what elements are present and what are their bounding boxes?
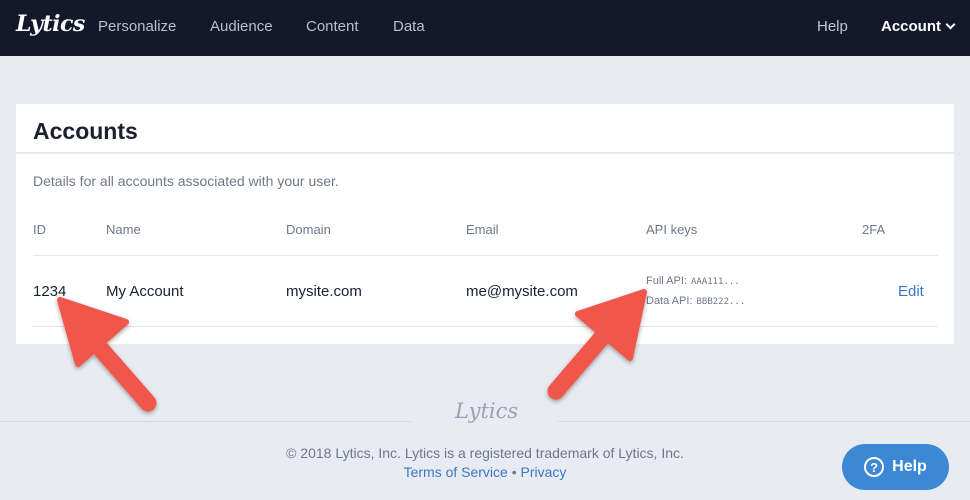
account-name: My Account [106,283,184,300]
account-id: 1234 [33,283,67,300]
question-circle-icon: ? [864,457,885,477]
edit-account-link[interactable]: Edit [898,283,924,300]
footer-links: Terms of Service • Privacy [0,464,970,480]
nav-item-audience[interactable]: Audience [210,18,273,35]
data-api-label: Data API: [646,295,693,307]
data-api-key: Data API: BBB222... [646,295,745,307]
data-api-value: BBB222... [696,297,746,307]
terms-of-service-link[interactable]: Terms of Service [404,464,508,480]
full-api-value: AAA111... [690,277,740,287]
full-api-key: Full API: AAA111... [646,275,740,287]
nav-item-content[interactable]: Content [306,18,359,35]
column-header-id: ID [33,222,46,237]
page-title: Accounts [33,118,138,144]
accounts-card: Accounts Details for all accounts associ… [16,104,954,344]
lytics-logo[interactable]: Lytics [16,11,85,37]
account-menu[interactable]: Account [881,18,956,35]
help-button[interactable]: ? Help [842,444,949,490]
page-subtitle: Details for all accounts associated with… [33,173,339,189]
column-header-domain: Domain [286,222,331,237]
column-header-name: Name [106,222,141,237]
account-menu-label: Account [881,18,941,35]
nav-item-help[interactable]: Help [817,18,848,35]
column-header-2fa: 2FA [862,222,886,237]
nav-item-personalize[interactable]: Personalize [98,18,176,35]
account-email: me@mysite.com [466,283,578,300]
full-api-label: Full API: [646,275,687,287]
copyright-text: © 2018 Lytics, Inc. Lytics is a register… [286,445,684,461]
footer-separator: • [511,464,517,480]
privacy-link[interactable]: Privacy [521,464,567,480]
nav-item-data[interactable]: Data [393,18,425,35]
header-divider [33,255,938,256]
footer-divider-left [0,421,412,422]
footer-divider-right [558,421,970,422]
help-button-label: Help [892,458,927,475]
column-header-email: Email [466,222,499,237]
column-header-api-keys: API keys [646,222,698,237]
top-navigation: Lytics Personalize Audience Content Data… [0,0,970,56]
chevron-down-icon [945,19,956,30]
account-domain: mysite.com [286,283,362,300]
title-divider [16,152,954,154]
row-divider [33,326,938,327]
footer-logo: Lytics [455,399,519,423]
